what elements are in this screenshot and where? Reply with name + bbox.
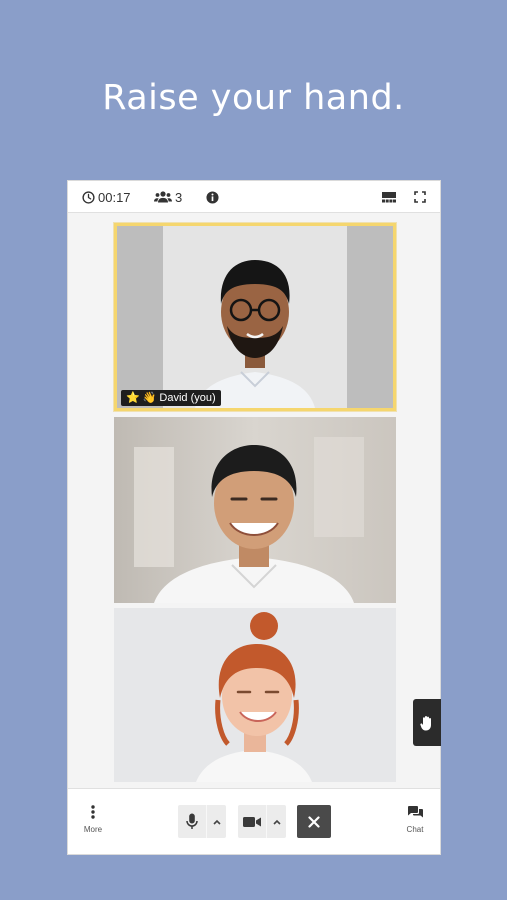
- fullscreen-button[interactable]: [414, 181, 426, 213]
- chevron-up-icon: [272, 819, 281, 825]
- name-badge: ⭐ 👋 David (you): [121, 390, 221, 406]
- video-tile[interactable]: [114, 608, 396, 782]
- bottom-toolbar: More Chat: [68, 788, 440, 854]
- fullscreen-icon: [414, 191, 426, 203]
- info-icon: [206, 190, 219, 204]
- more-button[interactable]: More: [73, 805, 113, 834]
- headline: Raise your hand.: [102, 78, 405, 118]
- meeting-timer: 00:17: [82, 181, 131, 213]
- video-tile[interactable]: [114, 417, 396, 603]
- participants-count[interactable]: 3: [154, 181, 182, 213]
- camera-options-button[interactable]: [266, 805, 286, 838]
- camera-control: [238, 805, 286, 838]
- hand-icon: [420, 715, 431, 730]
- clock-icon: [82, 190, 95, 204]
- raise-hand-button[interactable]: [413, 699, 441, 746]
- hangup-button[interactable]: [297, 805, 331, 838]
- participant-video: [114, 417, 396, 603]
- microphone-options-button[interactable]: [206, 805, 226, 838]
- participant-name: David (you): [159, 392, 216, 404]
- people-icon: [154, 191, 172, 203]
- raised-hand-icon: 👋: [142, 391, 157, 404]
- close-icon: [308, 815, 320, 828]
- top-toolbar: 00:17 3: [68, 181, 440, 213]
- video-camera-icon: [243, 816, 261, 827]
- participants-value: 3: [175, 189, 183, 205]
- chevron-up-icon: [212, 819, 221, 825]
- chat-label: Chat: [406, 825, 424, 834]
- more-label: More: [83, 825, 103, 834]
- chat-button[interactable]: Chat: [395, 805, 435, 834]
- timer-value: 00:17: [98, 189, 131, 205]
- microphone-icon: [186, 813, 198, 829]
- microphone-control: [178, 805, 226, 838]
- meeting-window: 00:17 3 ⭐ 👋 David (you) More Chat: [67, 180, 441, 855]
- participant-video: [114, 608, 396, 782]
- tile-view-button[interactable]: [382, 181, 396, 213]
- camera-button[interactable]: [238, 805, 266, 838]
- microphone-button[interactable]: [178, 805, 206, 838]
- chat-icon: [407, 806, 423, 818]
- video-tile-self[interactable]: ⭐ 👋 David (you): [114, 223, 396, 411]
- more-icon: [91, 805, 95, 819]
- info-button[interactable]: [206, 181, 219, 213]
- tile-view-icon: [382, 191, 396, 202]
- participant-video: [117, 226, 393, 408]
- star-icon: ⭐: [126, 391, 140, 404]
